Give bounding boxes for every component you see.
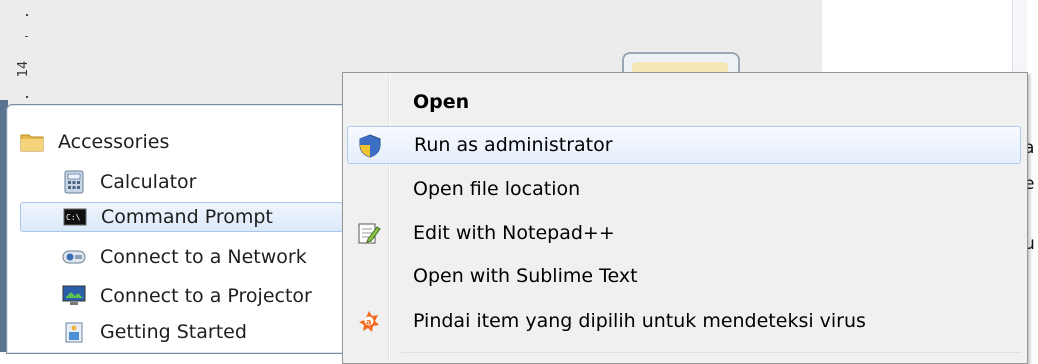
folder-icon bbox=[20, 130, 44, 154]
menu-item-edit-with-notepad-plus-plus[interactable]: Edit with Notepad++ bbox=[347, 214, 1021, 252]
menu-item-open[interactable]: Open bbox=[347, 83, 1021, 121]
menu-item-label: Open with Sublime Text bbox=[413, 265, 638, 287]
projector-icon bbox=[62, 284, 86, 308]
menu-item-open-with-sublime-text[interactable]: Open with Sublime Text bbox=[347, 257, 1021, 295]
notepad-plus-plus-icon bbox=[357, 221, 381, 245]
program-label: Command Prompt bbox=[101, 206, 273, 228]
menu-item-label: Edit with Notepad++ bbox=[413, 222, 615, 244]
menu-item-label: Pindai item yang dipilih untuk mendeteks… bbox=[413, 310, 866, 332]
svg-text:a: a bbox=[366, 318, 371, 327]
program-label: Calculator bbox=[100, 171, 197, 193]
program-item-command-prompt[interactable]: C:\ Command Prompt bbox=[20, 202, 343, 232]
ruler-tick bbox=[26, 14, 28, 16]
program-item-connect-network-projector[interactable]: Connect to a Network bbox=[62, 242, 307, 272]
program-label: Accessories bbox=[58, 131, 170, 153]
program-item-accessories[interactable]: Accessories bbox=[20, 127, 169, 157]
menu-item-label: Open file location bbox=[413, 178, 581, 200]
vertical-ruler: 14 bbox=[14, 0, 40, 108]
menu-item-scan-with-avast[interactable]: a Pindai item yang dipilih untuk mendete… bbox=[347, 302, 1021, 340]
ruler-tick bbox=[26, 96, 28, 98]
ruler-tick bbox=[25, 36, 28, 37]
getting-started-icon bbox=[62, 320, 86, 344]
program-label: Connect to a Network bbox=[100, 246, 307, 268]
context-menu: Open Run as administrator Open file loca… bbox=[342, 72, 1028, 364]
avast-icon: a bbox=[357, 309, 381, 333]
network-projector-icon bbox=[62, 245, 86, 269]
program-label: Getting Started bbox=[100, 321, 247, 343]
program-item-calculator[interactable]: Calculator bbox=[62, 167, 196, 197]
menu-item-open-file-location[interactable]: Open file location bbox=[347, 170, 1021, 208]
uac-shield-icon bbox=[358, 134, 382, 158]
menu-item-label: Open bbox=[413, 91, 470, 113]
command-prompt-icon: C:\ bbox=[63, 205, 87, 229]
calculator-icon bbox=[62, 170, 86, 194]
program-item-connect-projector[interactable]: Connect to a Projector bbox=[62, 281, 312, 311]
svg-text:C:\: C:\ bbox=[66, 213, 81, 222]
program-item-getting-started[interactable]: Getting Started bbox=[62, 317, 247, 347]
menu-separator bbox=[401, 352, 1021, 353]
program-label: Connect to a Projector bbox=[100, 285, 312, 307]
ruler-number: 14 bbox=[16, 60, 31, 78]
menu-item-label: Run as administrator bbox=[414, 134, 613, 156]
menu-item-run-as-administrator[interactable]: Run as administrator bbox=[347, 126, 1021, 164]
